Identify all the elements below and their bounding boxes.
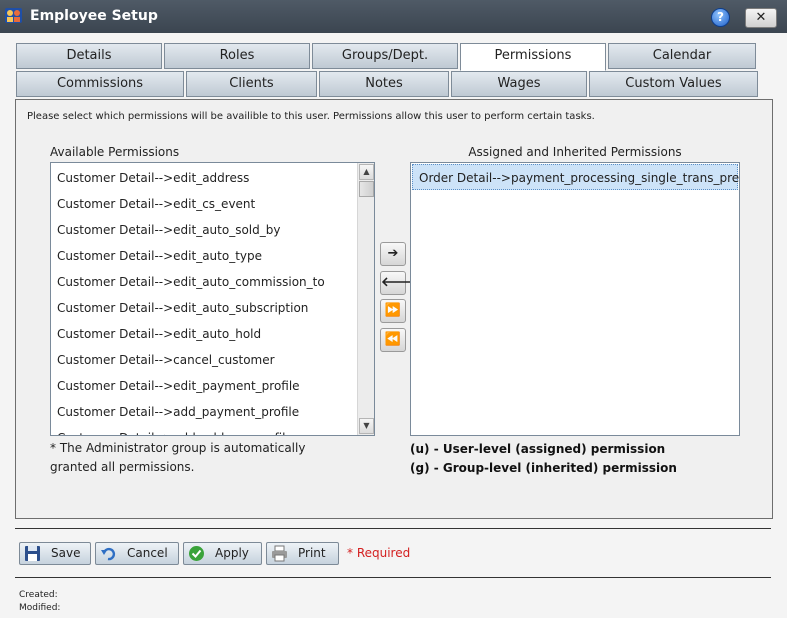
save-button[interactable]: Save	[19, 542, 91, 565]
list-item[interactable]: Customer Detail-->add_address_profile	[51, 425, 357, 435]
legend-user-level: (u) - User-level (assigned) permission	[410, 442, 666, 456]
available-permissions-list[interactable]: Customer Detail-->edit_address Customer …	[50, 162, 375, 436]
administrator-note: * The Administrator group is automatical…	[50, 441, 306, 474]
divider	[15, 577, 771, 578]
employee-setup-window: Employee Setup ? ✕ Details Roles Groups/…	[0, 0, 787, 618]
tab-row-2: Commissions Clients Notes Wages Custom V…	[16, 71, 760, 97]
tab-clients[interactable]: Clients	[186, 71, 317, 97]
modified-label: Modified:	[19, 603, 61, 613]
scrollbar-thumb[interactable]	[359, 181, 374, 197]
created-label: Created:	[19, 590, 58, 600]
list-item[interactable]: Customer Detail-->edit_payment_profile	[51, 373, 357, 399]
undo-arrow-icon	[101, 547, 116, 561]
tab-groups-dept[interactable]: Groups/Dept.	[312, 43, 458, 69]
cancel-button[interactable]: Cancel	[95, 542, 179, 565]
remove-all-permissions-button[interactable]: ⏪	[380, 328, 406, 352]
floppy-disk-icon	[25, 546, 40, 561]
list-item[interactable]: Customer Detail-->add_payment_profile	[51, 399, 357, 425]
required-note: * Required	[347, 546, 411, 560]
list-item[interactable]: Customer Detail-->edit_auto_hold	[51, 321, 357, 347]
assigned-permissions-list[interactable]: Order Detail-->payment_processing_single…	[410, 162, 740, 436]
list-item[interactable]: Customer Detail-->edit_cs_event	[51, 191, 357, 217]
apply-button[interactable]: Apply	[183, 542, 262, 565]
cancel-button-label: Cancel	[127, 546, 168, 560]
close-button[interactable]: ✕	[745, 8, 777, 28]
remove-permission-button[interactable]: 🡐	[380, 271, 416, 295]
list-item[interactable]: Order Detail-->payment_processing_single…	[412, 164, 739, 190]
help-button[interactable]: ?	[711, 8, 730, 27]
save-button-label: Save	[51, 546, 81, 560]
list-item[interactable]: Customer Detail-->edit_auto_subscription	[51, 295, 357, 321]
tab-row-1: Details Roles Groups/Dept. Permissions C…	[16, 43, 758, 71]
assigned-permissions-label: Assigned and Inherited Permissions	[468, 145, 682, 159]
divider	[15, 528, 771, 529]
add-permission-button[interactable]: ➔	[380, 242, 406, 266]
print-button-label: Print	[298, 546, 326, 560]
add-all-permissions-button[interactable]: ⏩	[380, 299, 406, 323]
permission-legend: (u) - User-level (assigned) permission (…	[410, 440, 677, 478]
window-title: Employee Setup	[30, 8, 158, 24]
scroll-down-arrow-icon[interactable]: ▼	[359, 418, 374, 434]
list-item[interactable]: Customer Detail-->edit_auto_commission_t…	[51, 269, 357, 295]
instructions-text: Please select which permissions will be …	[27, 111, 595, 122]
permissions-panel: Please select which permissions will be …	[15, 99, 773, 519]
list-item[interactable]: Customer Detail-->edit_auto_type	[51, 243, 357, 269]
list-item[interactable]: Customer Detail-->cancel_customer	[51, 347, 357, 373]
printer-icon	[272, 545, 287, 562]
tab-wages[interactable]: Wages	[451, 71, 587, 97]
available-list-scrollbar[interactable]: ▲ ▼	[357, 163, 374, 435]
tab-roles[interactable]: Roles	[164, 43, 310, 69]
title-bar: Employee Setup ? ✕	[0, 0, 787, 33]
tab-custom-values[interactable]: Custom Values	[589, 71, 758, 97]
tab-notes[interactable]: Notes	[319, 71, 449, 97]
tab-permissions[interactable]: Permissions	[460, 43, 606, 71]
tab-calendar[interactable]: Calendar	[608, 43, 756, 69]
available-permissions-label: Available Permissions	[50, 145, 180, 159]
scroll-up-arrow-icon[interactable]: ▲	[359, 164, 374, 180]
tab-details[interactable]: Details	[16, 43, 162, 69]
list-item[interactable]: Customer Detail-->edit_auto_sold_by	[51, 217, 357, 243]
print-button[interactable]: Print	[266, 542, 339, 565]
tab-commissions[interactable]: Commissions	[16, 71, 184, 97]
check-circle-icon	[189, 546, 204, 561]
list-item[interactable]: Customer Detail-->edit_address	[51, 165, 357, 191]
apply-button-label: Apply	[215, 546, 249, 560]
app-icon	[5, 8, 22, 23]
legend-group-level: (g) - Group-level (inherited) permission	[410, 461, 677, 475]
